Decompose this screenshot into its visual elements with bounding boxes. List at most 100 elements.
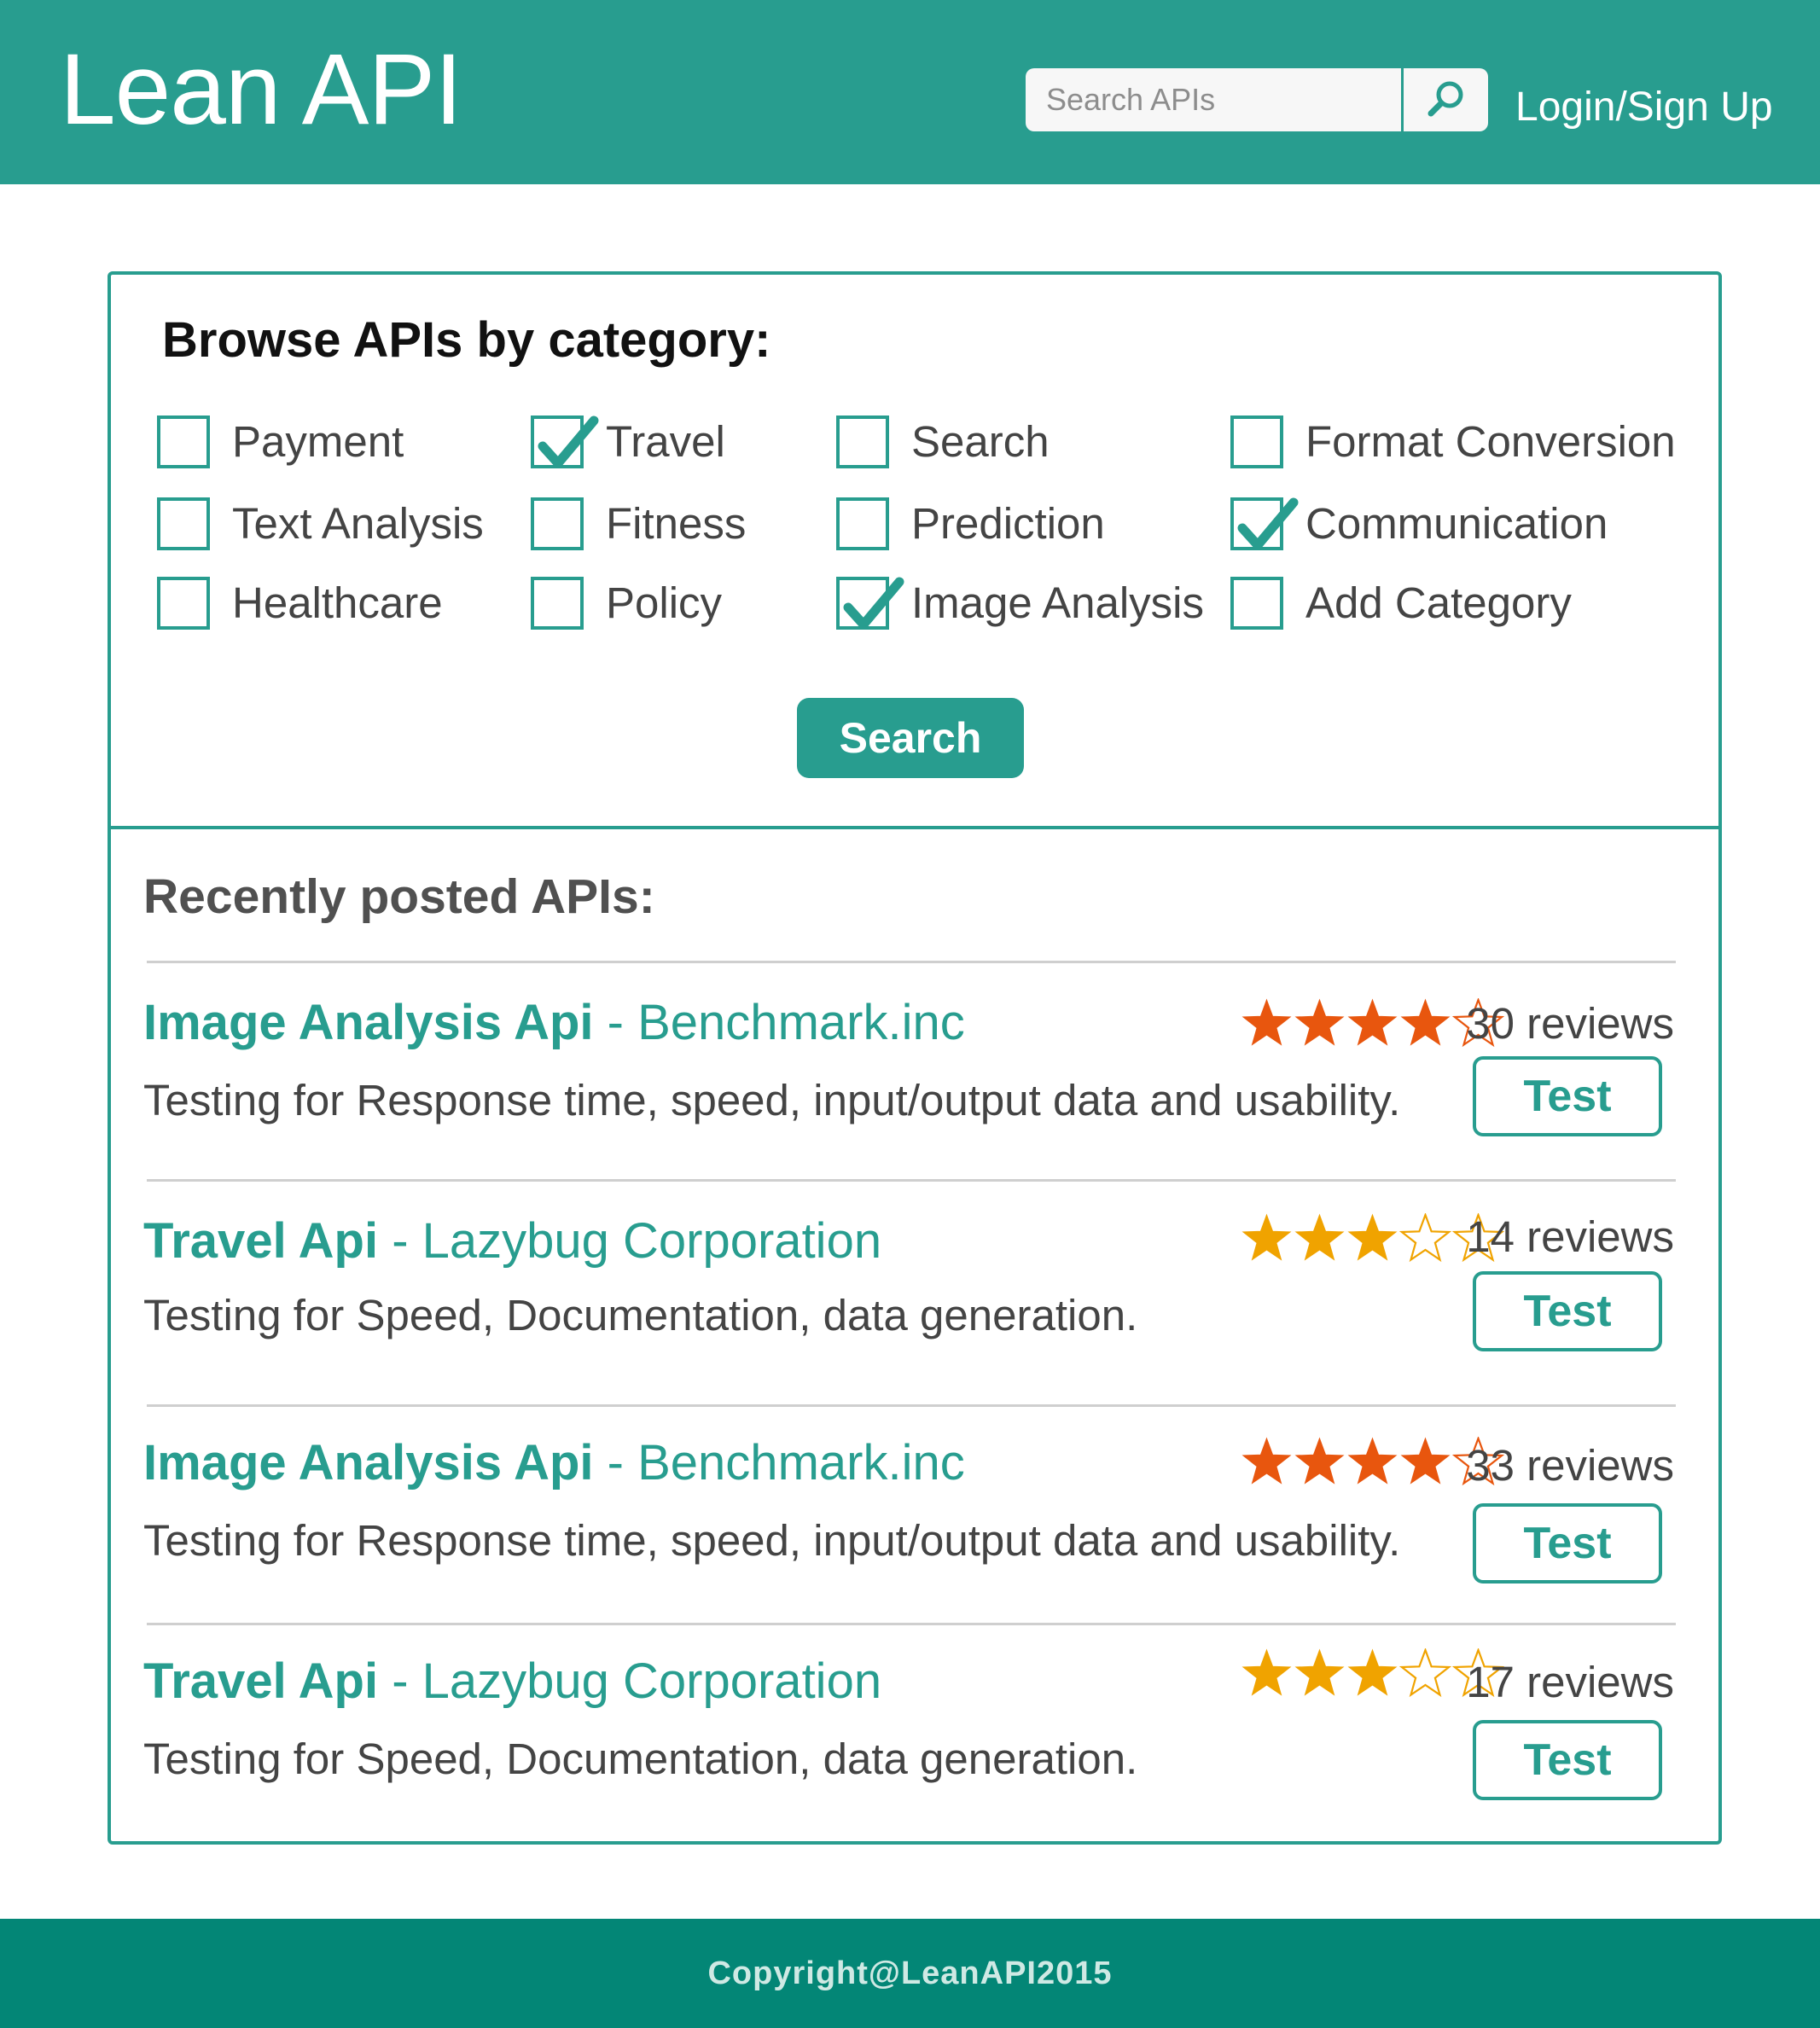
checkbox[interactable]	[1230, 577, 1283, 630]
title-separator: -	[378, 1213, 422, 1269]
category-label: Payment	[232, 417, 404, 466]
star-filled-icon	[1400, 998, 1451, 1046]
star-filled-icon	[1347, 1213, 1398, 1261]
star-filled-icon	[1347, 1648, 1398, 1696]
api-list-item: Travel Api - Lazybug Corporation 14 revi…	[143, 1179, 1676, 1404]
api-company: Lazybug Corporation	[422, 1653, 882, 1709]
copyright-text: Copyright@LeanAPI2015	[707, 1955, 1113, 1991]
api-title-link[interactable]: Travel Api - Lazybug Corporation	[143, 1652, 881, 1711]
checkbox[interactable]	[531, 497, 584, 550]
login-signup-link[interactable]: Login/Sign Up	[1515, 82, 1773, 133]
checkbox-checked[interactable]	[531, 415, 599, 468]
category-fitness[interactable]: Fitness	[531, 497, 746, 551]
api-title-link[interactable]: Image Analysis Api - Benchmark.inc	[143, 1433, 965, 1493]
footer: Copyright@LeanAPI2015	[0, 1919, 1820, 2028]
category-label: Format Conversion	[1305, 417, 1676, 466]
category-search-button[interactable]: Search	[797, 698, 1024, 778]
top-header: Lean API Login/Sign Up	[0, 0, 1820, 184]
api-description: Testing for Speed, Documentation, data g…	[143, 1291, 1138, 1339]
browse-heading: Browse APIs by category:	[162, 312, 771, 368]
category-label: Search	[911, 417, 1050, 466]
star-filled-icon	[1241, 1437, 1292, 1485]
star-filled-icon	[1294, 998, 1345, 1046]
search-input[interactable]	[1026, 68, 1401, 131]
review-count[interactable]: 33 reviews	[1466, 1438, 1674, 1493]
star-filled-icon	[1294, 1213, 1345, 1261]
checkbox[interactable]	[836, 497, 889, 550]
star-filled-icon	[1347, 1437, 1398, 1485]
category-label: Prediction	[911, 499, 1105, 548]
checkbox[interactable]	[531, 577, 584, 630]
review-count[interactable]: 17 reviews	[1466, 1655, 1674, 1710]
api-name: Image Analysis Api	[143, 995, 594, 1050]
api-name: Travel Api	[143, 1213, 379, 1269]
api-list-item: Travel Api - Lazybug Corporation 17 revi…	[143, 1623, 1676, 1841]
category-label: Text Analysis	[232, 499, 484, 548]
api-name: Travel Api	[143, 1653, 379, 1709]
review-count[interactable]: 14 reviews	[1466, 1210, 1674, 1264]
category-label: Image Analysis	[911, 578, 1205, 627]
api-list-item: Image Analysis Api - Benchmark.inc 30 re…	[143, 961, 1676, 1179]
site-logo[interactable]: Lean API	[60, 26, 462, 154]
star-filled-icon	[1400, 1437, 1451, 1485]
test-button[interactable]: Test	[1473, 1271, 1662, 1351]
checkbox-checked[interactable]	[1230, 497, 1299, 550]
review-count[interactable]: 30 reviews	[1466, 997, 1674, 1051]
recent-heading: Recently posted APIs:	[143, 869, 655, 924]
star-empty-icon	[1399, 1213, 1451, 1263]
category-search[interactable]: Search	[836, 415, 1050, 469]
category-label: Add Category	[1305, 578, 1572, 627]
title-separator: -	[593, 1435, 638, 1490]
title-separator: -	[593, 995, 638, 1050]
panel-divider	[108, 826, 1722, 829]
api-title-link[interactable]: Image Analysis Api - Benchmark.inc	[143, 993, 965, 1053]
star-filled-icon	[1294, 1437, 1345, 1485]
api-company: Benchmark.inc	[637, 1435, 965, 1490]
category-prediction[interactable]: Prediction	[836, 497, 1105, 551]
title-separator: -	[378, 1653, 422, 1709]
category-label: Communication	[1305, 499, 1608, 548]
category-image-analysis[interactable]: Image Analysis	[836, 576, 1204, 630]
checkbox[interactable]	[836, 415, 889, 468]
star-filled-icon	[1294, 1648, 1345, 1696]
api-company: Benchmark.inc	[637, 995, 965, 1050]
test-button[interactable]: Test	[1473, 1056, 1662, 1136]
category-add-category[interactable]: Add Category	[1230, 576, 1572, 630]
search-bar	[1026, 68, 1488, 131]
category-label: Healthcare	[232, 578, 443, 627]
star-filled-icon	[1241, 998, 1292, 1046]
api-description: Testing for Speed, Documentation, data g…	[143, 1735, 1138, 1783]
category-communication[interactable]: Communication	[1230, 497, 1608, 551]
checkbox[interactable]	[157, 415, 210, 468]
category-travel[interactable]: Travel	[531, 415, 725, 469]
row-divider	[147, 961, 1676, 963]
category-label: Policy	[606, 578, 723, 627]
row-divider	[147, 1179, 1676, 1182]
checkbox[interactable]	[157, 577, 210, 630]
test-button[interactable]: Test	[1473, 1503, 1662, 1583]
api-list-item: Image Analysis Api - Benchmark.inc 33 re…	[143, 1404, 1676, 1623]
category-text-analysis[interactable]: Text Analysis	[157, 497, 484, 551]
api-name: Image Analysis Api	[143, 1435, 594, 1490]
category-payment[interactable]: Payment	[157, 415, 404, 469]
search-icon	[1425, 77, 1468, 124]
category-label: Fitness	[606, 499, 747, 548]
star-empty-icon	[1399, 1648, 1451, 1698]
star-filled-icon	[1241, 1213, 1292, 1261]
star-filled-icon	[1241, 1648, 1292, 1696]
checkmark-icon	[843, 577, 904, 630]
main-panel: Browse APIs by category: Payment Travel …	[108, 271, 1722, 1845]
checkbox[interactable]	[1230, 415, 1283, 468]
api-description: Testing for Response time, speed, input/…	[143, 1076, 1401, 1124]
api-description: Testing for Response time, speed, input/…	[143, 1516, 1401, 1565]
category-healthcare[interactable]: Healthcare	[157, 576, 443, 630]
api-title-link[interactable]: Travel Api - Lazybug Corporation	[143, 1212, 881, 1271]
checkbox-checked[interactable]	[836, 577, 904, 630]
test-button[interactable]: Test	[1473, 1720, 1662, 1800]
search-submit-button[interactable]	[1401, 68, 1488, 131]
row-divider	[147, 1404, 1676, 1407]
checkbox[interactable]	[157, 497, 210, 550]
category-format-conversion[interactable]: Format Conversion	[1230, 415, 1676, 469]
category-policy[interactable]: Policy	[531, 576, 722, 630]
checkmark-icon	[538, 415, 599, 468]
